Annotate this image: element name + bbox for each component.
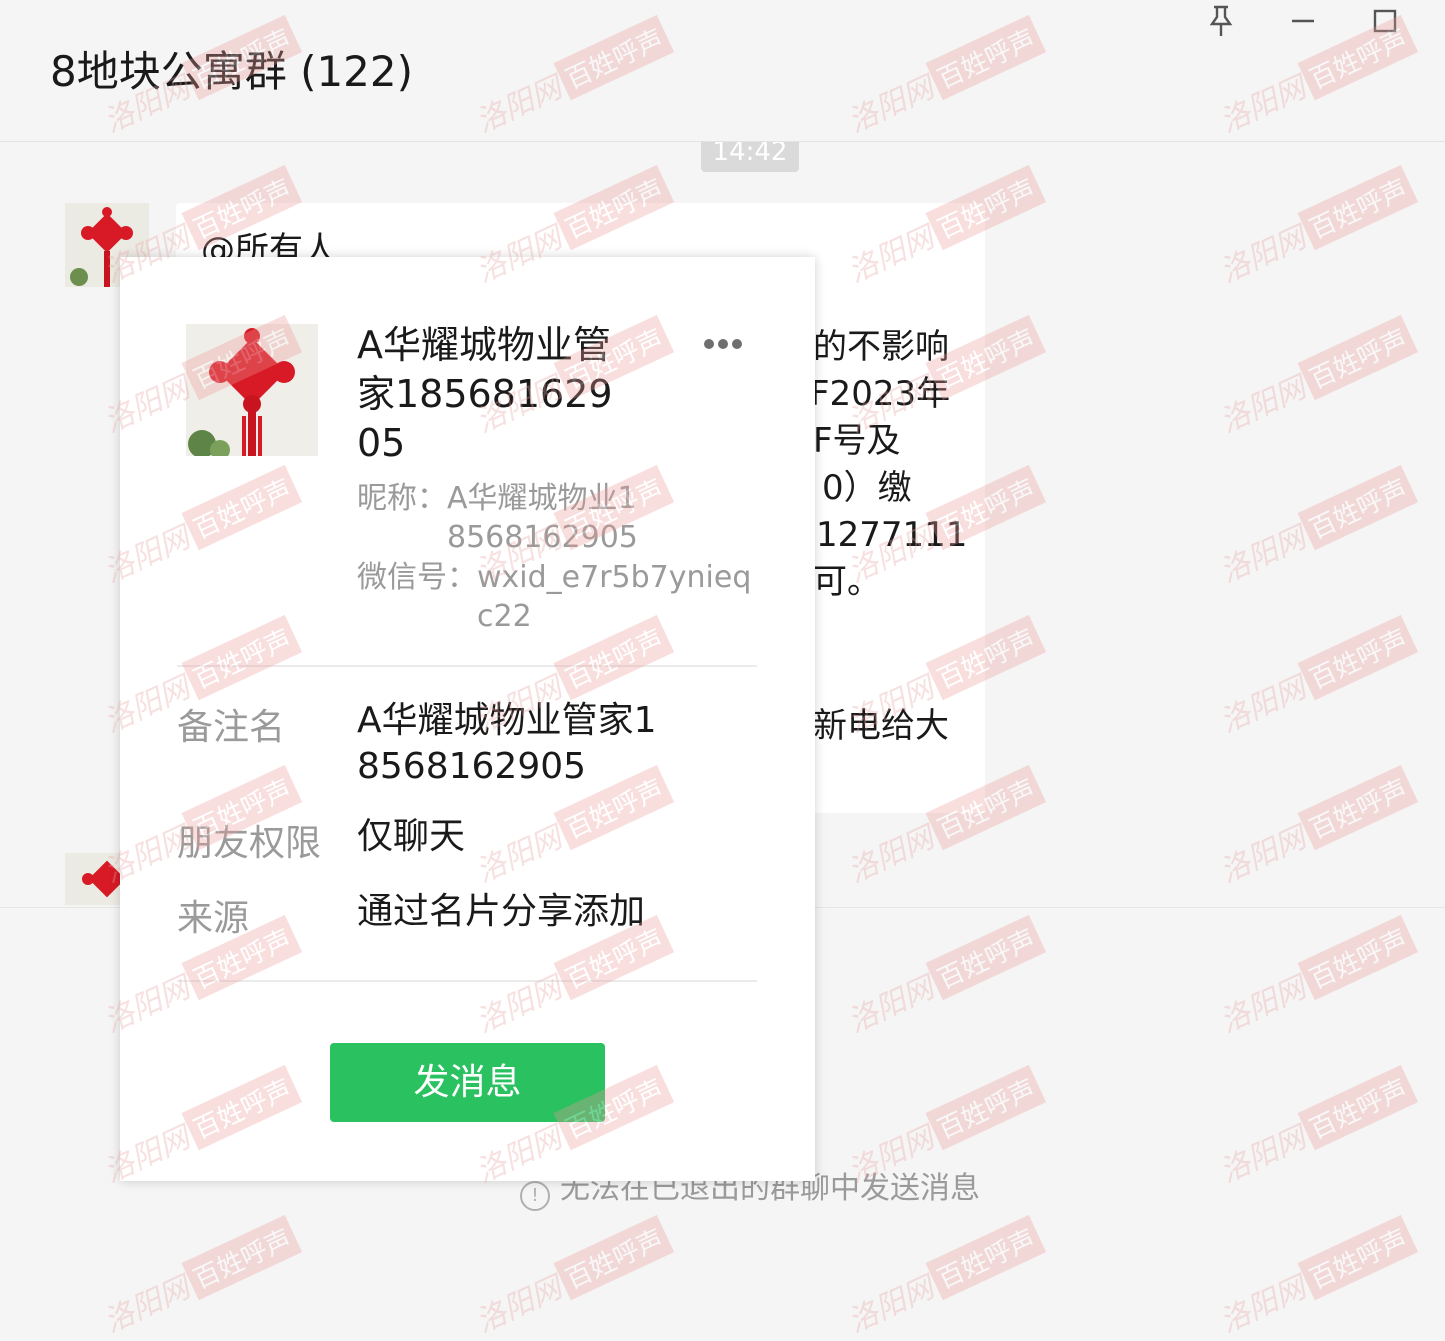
divider [177, 980, 757, 982]
message-line: 1277111 [816, 515, 968, 555]
chat-title: 8地块公寓群 (122) [50, 47, 414, 96]
message-line: F2023年 [810, 374, 951, 414]
message-line: F号及 [813, 421, 901, 461]
time-badge: 14:42 [701, 142, 799, 172]
remark-label: 备注名 [177, 707, 286, 748]
nickname-value: A华耀城物业18568162905 [447, 481, 638, 555]
message-line: 新电给大 [813, 706, 949, 746]
send-message-button[interactable]: 发消息 [330, 1043, 605, 1122]
profile-avatar[interactable] [186, 324, 318, 456]
source-label: 来源 [177, 898, 250, 939]
nickname-row: 昵称： A华耀城物业18568162905 [357, 479, 647, 557]
minimize-icon[interactable] [1288, 4, 1318, 38]
pin-icon[interactable] [1206, 4, 1236, 38]
wechat-id-value: wxid_e7r5b7ynieqc22 [477, 560, 752, 634]
message-line: 的不影响 [813, 327, 949, 367]
source-value: 通过名片分享添加 [357, 891, 646, 932]
maximize-icon[interactable] [1370, 4, 1400, 38]
permission-label: 朋友权限 [177, 823, 322, 864]
profile-name: A华耀城物业管家18568162905 [357, 323, 613, 465]
remark-value[interactable]: A华耀城物业管家18568162905 [357, 698, 657, 790]
info-icon: ! [520, 1181, 550, 1211]
wechat-id-row: 微信号： wxid_e7r5b7ynieqc22 [357, 558, 757, 636]
message-line: 0）缴 [822, 468, 912, 508]
divider [177, 665, 757, 667]
wechat-id-label: 微信号： [357, 560, 477, 595]
message-line: 可。 [813, 562, 881, 602]
profile-card: A华耀城物业管家18568162905 昵称： A华耀城物业1856816290… [120, 257, 815, 1181]
permission-value[interactable]: 仅聊天 [357, 814, 465, 860]
more-icon[interactable] [702, 329, 752, 359]
title-bar: 8地块公寓群 (122) [0, 0, 1445, 142]
nickname-label: 昵称： [357, 481, 447, 516]
